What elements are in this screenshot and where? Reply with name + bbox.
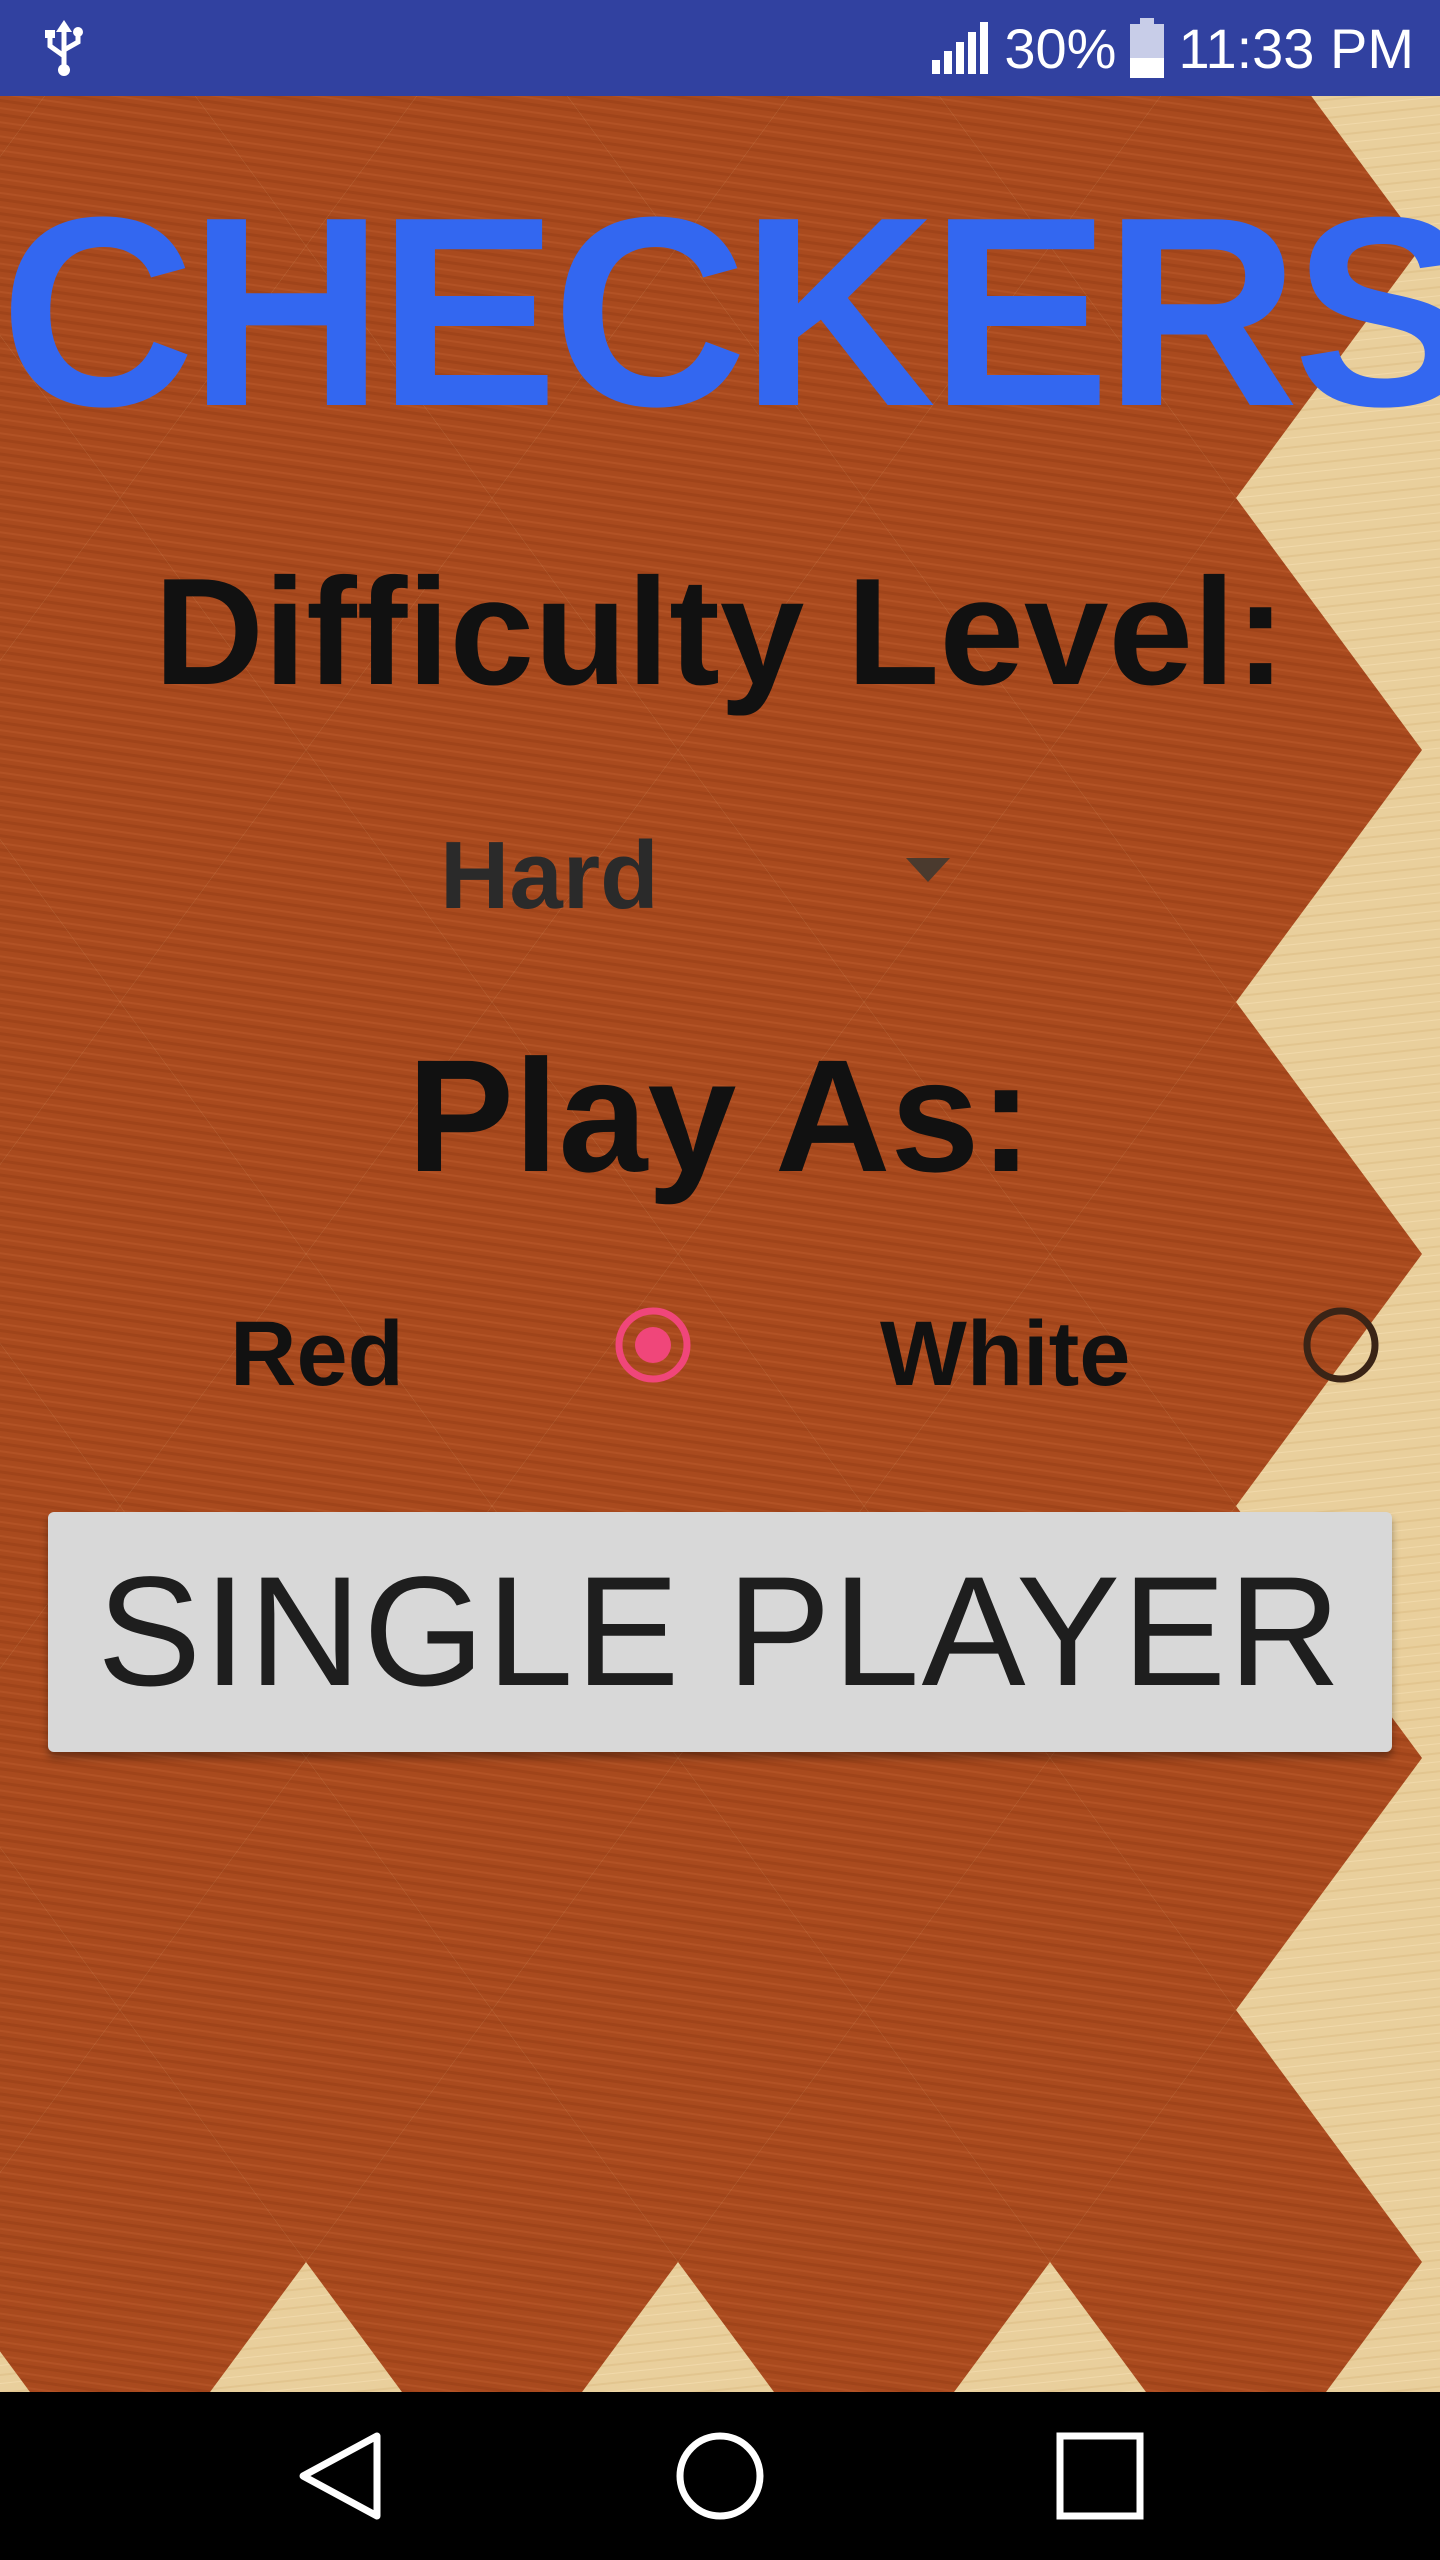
nav-recent-apps-button[interactable] <box>1000 2392 1200 2560</box>
radio-option-red[interactable]: Red <box>0 1292 720 1412</box>
radio-option-white[interactable]: White <box>720 1292 1440 1412</box>
status-bar: 30% 11:33 PM <box>0 0 1440 96</box>
radio-button-red-selected-icon[interactable] <box>614 1306 692 1384</box>
battery-percent: 30% <box>1004 16 1117 80</box>
screen: 30% 11:33 PM CHECKERS Difficulty Level: … <box>0 0 1440 2560</box>
single-player-button[interactable]: SINGLE PLAYER <box>48 1512 1392 1752</box>
difficulty-label: Difficulty Level: <box>154 547 1286 717</box>
radio-label-white: White <box>880 1303 1131 1405</box>
battery-icon <box>1130 18 1165 78</box>
dropdown-arrow-icon <box>906 858 950 882</box>
app-title: CHECKERS <box>0 162 1440 463</box>
recent-apps-icon <box>1056 2432 1144 2520</box>
home-icon <box>676 2432 764 2520</box>
nav-home-button[interactable] <box>620 2392 820 2560</box>
radio-button-white-unselected-icon[interactable] <box>1302 1306 1380 1384</box>
difficulty-dropdown[interactable]: Hard <box>440 816 970 936</box>
difficulty-selected-value: Hard <box>440 822 659 929</box>
radio-label-red: Red <box>230 1303 404 1405</box>
navigation-bar <box>0 2392 1440 2560</box>
nav-back-button[interactable] <box>240 2392 440 2560</box>
clock: 11:33 PM <box>1178 16 1414 80</box>
signal-icon <box>932 22 989 74</box>
back-icon <box>299 2432 381 2520</box>
play-as-label: Play As: <box>407 1026 1033 1205</box>
status-right: 30% 11:33 PM <box>930 0 1414 96</box>
usb-icon <box>45 20 83 76</box>
main-content: CHECKERS Difficulty Level: Hard Play As:… <box>0 96 1440 2392</box>
